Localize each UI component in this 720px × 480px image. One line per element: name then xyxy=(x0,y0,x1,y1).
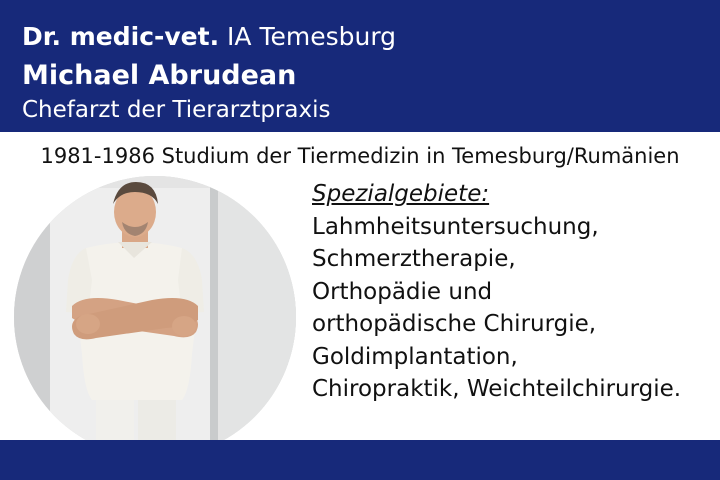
specialty-item: Chiropraktik, Weichteilchirurgie. xyxy=(312,376,682,402)
header-degree-line: Dr. medic-vet. IA Temesburg xyxy=(22,22,396,51)
doctor-photo xyxy=(14,176,296,458)
specialty-item: Goldimplantation, xyxy=(312,343,518,370)
study-line: 1981-1986 Studium der Tiermedizin in Tem… xyxy=(40,144,680,168)
specialty-item: Schmerztherapie, xyxy=(312,246,516,272)
specialties-heading: Spezialgebiete: xyxy=(312,181,490,207)
bottom-band xyxy=(0,440,720,480)
specialty-item: orthopädische Chirurgie, xyxy=(312,311,597,337)
doctor-name: Michael Abrudean xyxy=(22,60,297,91)
doctor-role: Chefarzt der Tierarztpraxis xyxy=(22,97,331,123)
specialty-item: Orthopädie und xyxy=(312,278,493,305)
specialties: Spezialgebiete: Lahmheitsuntersuchung, S… xyxy=(312,178,712,406)
degree: Dr. medic-vet. xyxy=(22,22,220,51)
institution: IA Temesburg xyxy=(227,22,397,51)
doctor-portrait-illustration xyxy=(14,176,296,458)
specialty-item: Lahmheitsuntersuchung, xyxy=(312,213,599,240)
